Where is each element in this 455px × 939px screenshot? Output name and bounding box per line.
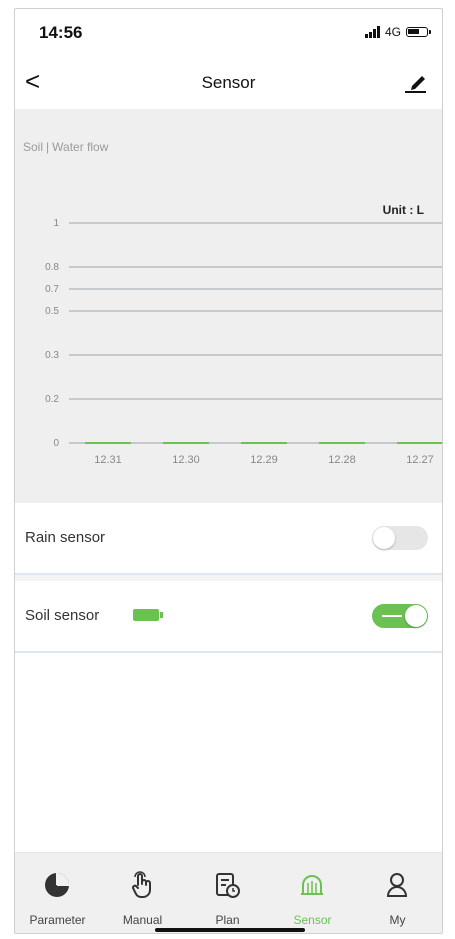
- status-bar: 14:56 4G: [15, 9, 442, 55]
- plan-document-icon: [216, 873, 240, 898]
- bar: [397, 442, 442, 444]
- tab-sensor[interactable]: Sensor: [270, 853, 355, 933]
- rain-sensor-toggle[interactable]: [372, 526, 428, 550]
- tab-parameter[interactable]: Parameter: [15, 853, 100, 933]
- water-flow-chart: 1 0.8 0.7 0.5 0.3 0.2 0 12.31 12.30 12.29 12.28 12.…: [45, 218, 442, 466]
- bar: [163, 442, 209, 444]
- bar: [241, 442, 287, 444]
- page-title: Sensor: [201, 73, 256, 92]
- toggle-knob: [405, 605, 427, 627]
- tab-plan[interactable]: Plan: [185, 853, 270, 933]
- y-tick-label: 0.5: [45, 306, 59, 317]
- y-tick-label: 0.8: [45, 262, 59, 273]
- tab-label: Plan: [215, 913, 240, 927]
- tab-label: My: [389, 913, 406, 927]
- tab-label: Parameter: [29, 913, 86, 927]
- y-tick-label: 0.7: [45, 284, 59, 295]
- battery-icon: [406, 27, 431, 37]
- hand-pointer-icon: [132, 871, 151, 898]
- pie-chart-icon: [45, 873, 69, 897]
- y-tick-label: 0.2: [45, 394, 59, 405]
- network-label: 4G: [384, 25, 401, 39]
- x-tick-label: 12.29: [250, 454, 278, 466]
- x-tick-label: 12.31: [94, 454, 122, 466]
- tab-label: Manual: [122, 913, 163, 927]
- toggle-track-line: [382, 615, 402, 617]
- battery-icon: [133, 609, 163, 621]
- y-tick-label: 0.3: [45, 350, 59, 361]
- toggle-knob: [373, 527, 395, 549]
- chart-panel: Soil | Water flow Unit : L 1 0.8 0.7 0.5 0.3 0.…: [15, 109, 442, 503]
- status-time: 14:56: [39, 23, 83, 42]
- x-tick-label: 12.30: [172, 454, 200, 466]
- rain-sensor-row: Rain sensor: [15, 503, 442, 575]
- user-icon: [386, 873, 408, 897]
- home-indicator: [155, 928, 305, 932]
- soil-sensor-row: Soil sensor: [15, 581, 442, 653]
- nav-bar: < Sensor: [15, 59, 442, 107]
- y-tick-label: 0: [53, 438, 59, 449]
- bar: [319, 442, 365, 444]
- x-tick-label: 12.28: [328, 454, 356, 466]
- tab-my[interactable]: My: [355, 853, 440, 933]
- bar: [85, 442, 131, 444]
- rain-sensor-label: Rain sensor: [25, 529, 106, 546]
- tab-label: Sensor: [293, 913, 332, 927]
- tab-manual[interactable]: Manual: [100, 853, 185, 933]
- status-icons: 4G: [364, 25, 431, 39]
- soil-sensor-toggle[interactable]: [372, 604, 428, 628]
- soil-sensor-label: Soil sensor: [25, 607, 100, 624]
- x-tick-label: 12.27: [406, 454, 434, 466]
- bottom-tab-bar: Parameter Manual Plan Sensor My: [15, 852, 442, 933]
- y-tick-label: 1: [53, 218, 59, 229]
- sensor-icon: [301, 875, 323, 895]
- phone-frame: 14:56 4G < Sensor Soil | Water flow Unit :…: [14, 8, 443, 934]
- edit-icon[interactable]: [402, 69, 428, 95]
- signal-icon: [364, 26, 380, 38]
